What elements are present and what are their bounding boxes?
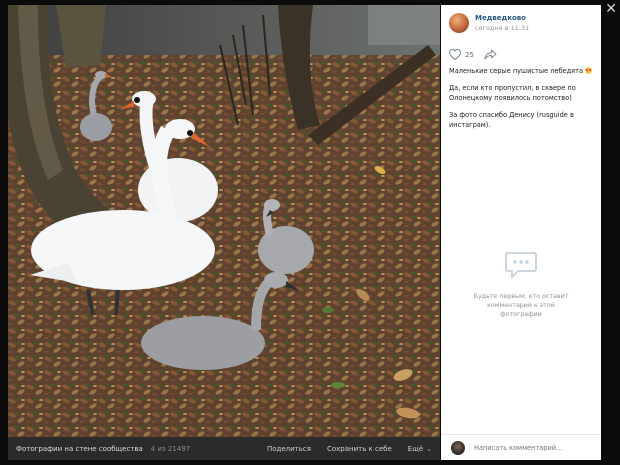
- post-paragraph: Маленькие серые пушистые лебедята: [449, 67, 594, 76]
- photo-counter: 4 из 21497: [150, 444, 191, 453]
- close-icon[interactable]: ✕: [605, 2, 617, 16]
- save-to-self-button[interactable]: Сохранить к себе: [327, 445, 392, 453]
- empty-comments: Будьте первым, кто оставит комментарий к…: [441, 250, 601, 319]
- post-paragraph: Да, если кто пропустил, в сквере по Олон…: [449, 84, 576, 102]
- post-text: Маленькие серые пушистые лебедята Да, ес…: [449, 67, 594, 138]
- more-label: Ещё: [407, 444, 424, 453]
- photo-pane: Фотографии на стене сообщества 4 из 2149…: [8, 5, 440, 460]
- like-count: 25: [465, 50, 474, 59]
- empty-comments-text: Будьте первым, кто оставит комментарий к…: [473, 293, 569, 318]
- post-header: Медведково сегодня в 11:31: [449, 13, 529, 33]
- comment-input[interactable]: [474, 443, 584, 452]
- album-link[interactable]: Фотографии на стене сообщества: [16, 445, 143, 453]
- heart-icon[interactable]: [449, 49, 461, 60]
- post-text-line-1: Маленькие серые пушистые лебедята: [449, 67, 584, 75]
- photo-footer: Фотографии на стене сообщества 4 из 2149…: [8, 437, 440, 460]
- community-avatar[interactable]: [449, 13, 469, 33]
- comment-bubble-icon: [504, 250, 538, 284]
- heart-eyes-emoji-icon: [585, 67, 593, 74]
- comment-bar: [441, 434, 601, 460]
- share-button[interactable]: Поделиться: [267, 445, 311, 453]
- more-button[interactable]: Ещё ⌄: [408, 445, 432, 453]
- swans-photo[interactable]: [8, 5, 440, 437]
- post-date[interactable]: сегодня в 11:31: [475, 24, 529, 32]
- share-arrow-icon[interactable]: [484, 49, 497, 60]
- post-actions: 25: [449, 49, 497, 60]
- author-block: Медведково сегодня в 11:31: [475, 14, 529, 32]
- user-avatar[interactable]: [451, 440, 465, 455]
- chevron-down-icon: ⌄: [426, 444, 432, 453]
- post-sidebar: Медведково сегодня в 11:31 25 Маленькие …: [441, 5, 601, 460]
- post-paragraph: За фото спасибо Денису (rusguide в инста…: [449, 111, 574, 129]
- community-name-link[interactable]: Медведково: [475, 14, 529, 22]
